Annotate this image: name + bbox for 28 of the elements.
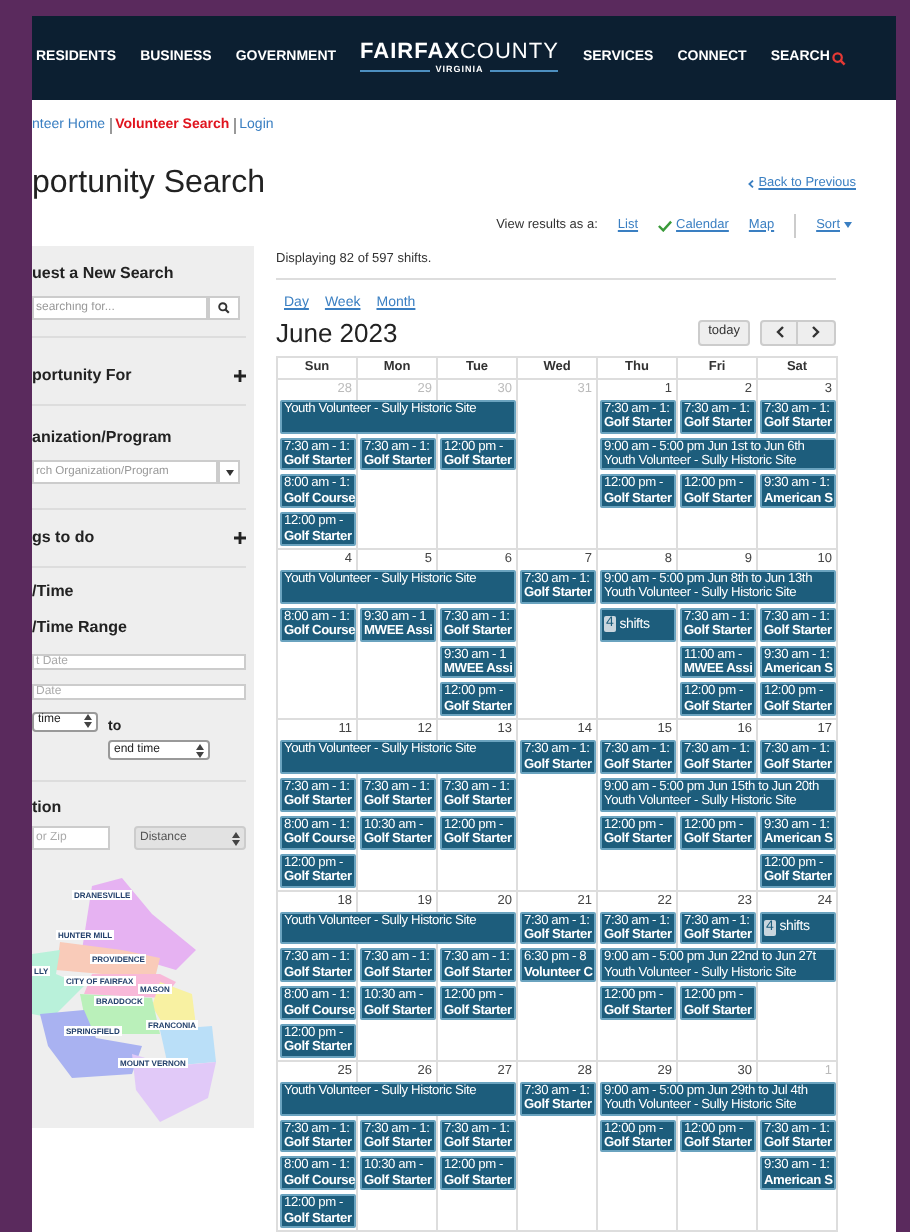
- chevron-left-icon: [748, 179, 755, 187]
- sidebar-heading: uest a New Search: [32, 261, 176, 285]
- page-title: portunity Search: [32, 165, 266, 201]
- check-icon: [658, 219, 673, 231]
- sidebar-heading: gs to do: [32, 526, 95, 551]
- sidebar-heading: portunity For: [32, 363, 132, 388]
- select-arrows-icon: [84, 714, 92, 729]
- expand-button[interactable]: [234, 532, 246, 545]
- search-button[interactable]: [208, 295, 240, 319]
- plus-icon: [234, 369, 246, 382]
- month-title: June 2023: [276, 317, 398, 348]
- expand-button[interactable]: [234, 369, 246, 382]
- sidebar-heading: /Time: [32, 579, 76, 604]
- select-arrows-icon: [196, 743, 204, 758]
- search-icon: [831, 51, 846, 65]
- previous-button[interactable]: [760, 319, 798, 346]
- sidebar-heading: anization/Program: [32, 426, 174, 451]
- caret-icon: [225, 469, 233, 476]
- sidebar-heading: tion: [32, 796, 64, 821]
- next-button[interactable]: [798, 319, 836, 346]
- caret-icon: [844, 222, 852, 228]
- plus-icon: [234, 532, 246, 545]
- select-arrows-icon: [232, 831, 240, 846]
- search-icon: [218, 301, 230, 313]
- chevron-left-icon: [775, 326, 783, 339]
- chevron-right-icon: [812, 326, 820, 339]
- sidebar-subheading: /Time Range: [32, 615, 129, 640]
- dropdown-button[interactable]: [218, 460, 240, 485]
